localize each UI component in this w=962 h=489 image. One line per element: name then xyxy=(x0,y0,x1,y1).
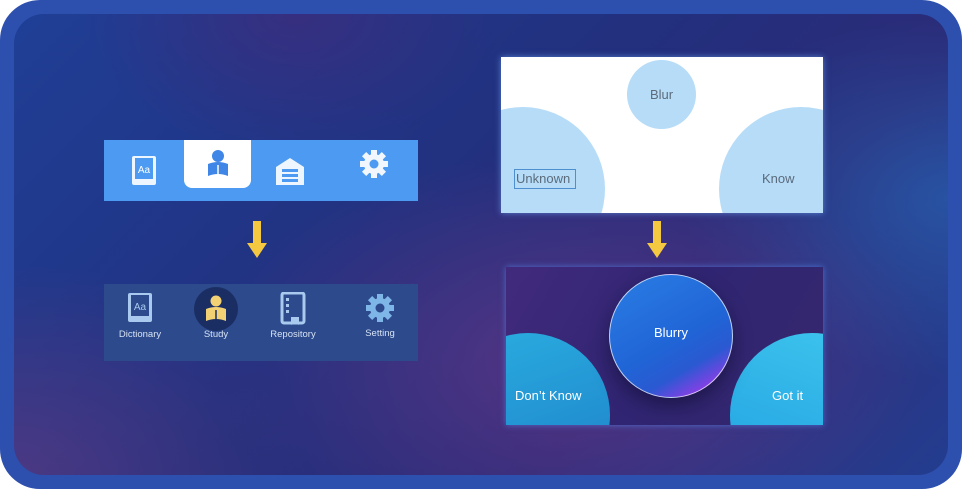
know-label: Know xyxy=(762,171,795,186)
old-tab-repository[interactable] xyxy=(264,140,316,201)
nav-item-study[interactable]: Study xyxy=(177,284,255,361)
nav-item-setting[interactable]: Setting xyxy=(341,284,419,361)
gear-icon xyxy=(366,294,394,322)
dont-know-zone[interactable] xyxy=(506,333,610,425)
old-nav-bar: Aa xyxy=(104,140,418,201)
dictionary-icon: Aa xyxy=(132,155,156,185)
dictionary-icon: Aa xyxy=(128,293,152,322)
new-study-card: Blurry Don’t Know Got it xyxy=(506,267,823,425)
old-tab-dictionary[interactable]: Aa xyxy=(118,140,170,201)
got-it-label: Got it xyxy=(772,388,804,403)
down-arrow-icon xyxy=(647,221,667,258)
repository-icon xyxy=(276,157,304,185)
unknown-zone[interactable] xyxy=(501,107,605,213)
svg-text:Aa: Aa xyxy=(138,165,151,176)
study-icon xyxy=(206,295,226,321)
gear-icon xyxy=(360,150,388,178)
nav-label-repository: Repository xyxy=(270,329,316,340)
nav-label-dictionary: Dictionary xyxy=(118,329,162,340)
nav-item-repository[interactable]: Repository xyxy=(254,284,332,361)
old-study-card: Blur Unknown Know xyxy=(501,57,823,213)
down-arrow-icon xyxy=(247,221,267,258)
blur-label: Blur xyxy=(649,87,674,102)
old-tab-setting[interactable] xyxy=(348,140,400,209)
dont-know-label: Don’t Know xyxy=(515,388,582,403)
study-icon xyxy=(207,150,228,176)
blurry-label: Blurry xyxy=(654,325,688,340)
know-zone[interactable] xyxy=(719,107,823,213)
nav-label-setting: Setting xyxy=(365,328,395,339)
nav-label-study: Study xyxy=(203,329,229,340)
nav-item-dictionary[interactable]: Aa Dictionary xyxy=(101,284,179,361)
old-tab-study[interactable] xyxy=(184,140,251,188)
repository-icon xyxy=(280,292,306,325)
new-nav-bar: Aa Dictionary Study Repository Setting xyxy=(104,284,418,361)
unknown-label: Unknown xyxy=(514,169,576,189)
svg-text:Aa: Aa xyxy=(134,302,147,313)
got-it-zone[interactable] xyxy=(730,333,823,425)
